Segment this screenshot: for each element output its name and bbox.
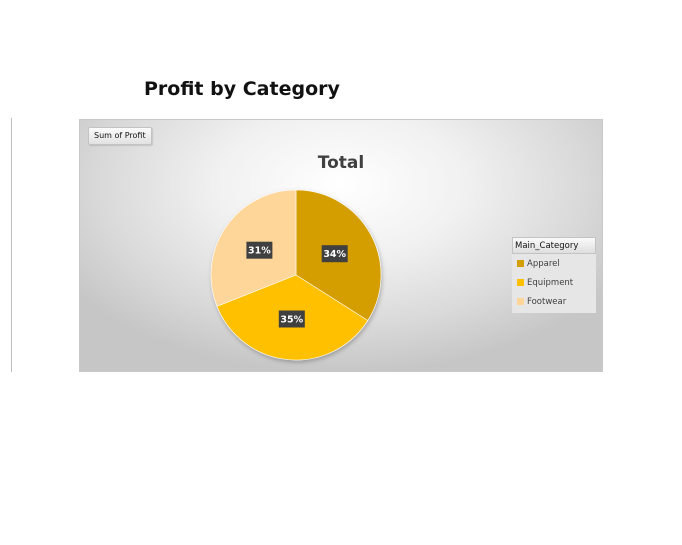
chart-area[interactable]: Sum of Profit Total 34% 35% 31% Main_Categ… [79, 119, 603, 372]
legend-label-apparel: Apparel [527, 258, 560, 269]
legend-swatch-equipment [517, 279, 524, 286]
data-label-footwear: 31% [248, 246, 271, 257]
legend-swatch-apparel [517, 260, 524, 267]
legend-label-equipment: Equipment [527, 277, 574, 288]
left-divider [11, 118, 12, 372]
legend[interactable]: Main_Category Apparel Equipment Footwear [512, 237, 596, 313]
legend-item-footwear[interactable]: Footwear [512, 292, 596, 311]
legend-swatch-footwear [517, 298, 524, 305]
data-label-equipment: 35% [280, 315, 303, 326]
legend-item-apparel[interactable]: Apparel [512, 254, 596, 273]
page-title: Profit by Category [144, 78, 340, 100]
legend-item-equipment[interactable]: Equipment [512, 273, 596, 292]
legend-label-footwear: Footwear [527, 296, 567, 307]
data-label-apparel: 34% [323, 249, 346, 260]
legend-header-main-category[interactable]: Main_Category [512, 237, 596, 254]
